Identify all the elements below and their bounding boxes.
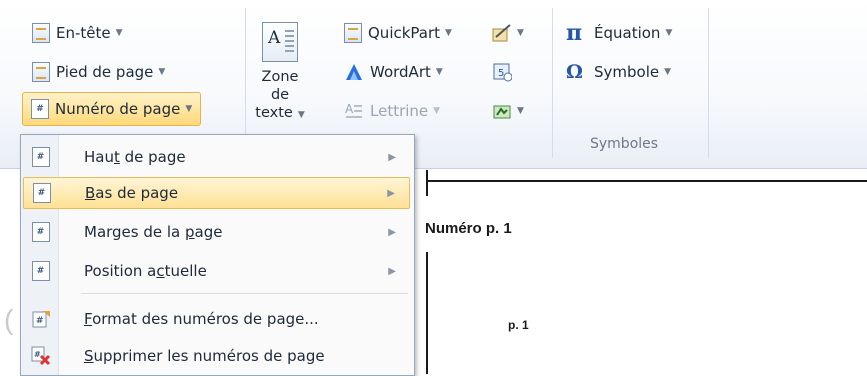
chevron-down-icon: ▼: [517, 106, 524, 116]
svg-text:A: A: [345, 102, 354, 116]
menu-item-current-position[interactable]: # Position actuelle ▶: [23, 255, 410, 287]
format-page-numbers-icon: #: [31, 309, 51, 329]
page-number-label: Numéro p. 1: [425, 220, 512, 237]
submenu-arrow-icon: ▶: [388, 226, 396, 238]
svg-text:5: 5: [498, 68, 504, 79]
chevron-down-icon: ▼: [185, 104, 193, 114]
object-button[interactable]: ▼: [492, 98, 524, 124]
menu-item-page-margins[interactable]: # Marges de la page ▶: [23, 216, 410, 248]
page-top-icon: #: [31, 147, 50, 167]
equation-button[interactable]: π Équation ▼: [566, 20, 672, 46]
symbol-button[interactable]: Ω Symbole ▼: [566, 59, 671, 85]
omega-icon: Ω: [566, 61, 583, 83]
footer-icon: [32, 62, 50, 82]
header-icon: [32, 23, 50, 43]
page-number-button[interactable]: # Numéro de page ▼: [22, 92, 202, 126]
text-box-label-1: Zone de: [261, 69, 299, 103]
chevron-down-icon: ▼: [664, 67, 672, 77]
wordart-button[interactable]: WordArt ▼: [344, 59, 443, 85]
svg-text:#: #: [34, 350, 41, 359]
text-box-label-2: texte ▼: [255, 105, 305, 121]
chevron-down-icon: ▼: [433, 106, 441, 116]
chevron-down-icon: ▼: [445, 28, 452, 38]
text-box-icon: A: [262, 22, 298, 62]
page-number-menu: # Haut de page ▶ # Bas de page ▶ # Marge…: [20, 134, 415, 376]
current-position-icon: #: [31, 261, 50, 281]
wordart-icon: [344, 62, 364, 82]
page-border-line: [426, 170, 428, 196]
dropcap-button[interactable]: A Lettrine ▼: [344, 98, 440, 124]
chevron-down-icon: ▼: [665, 28, 673, 38]
pi-icon: π: [566, 20, 583, 46]
page-margins-icon: #: [31, 222, 50, 242]
date-time-icon: 5: [492, 62, 513, 82]
chevron-down-icon: ▼: [435, 67, 443, 77]
text-box-button[interactable]: A Zone de texte ▼: [252, 22, 308, 124]
quickpart-icon: [344, 23, 362, 43]
page-border-line: [426, 252, 428, 374]
chevron-down-icon: ▼: [115, 28, 123, 38]
submenu-arrow-icon: ▶: [388, 151, 396, 163]
page-number-icon: #: [31, 99, 49, 119]
submenu-arrow-icon: ▶: [388, 265, 396, 277]
submenu-arrow-icon: ▶: [387, 187, 395, 199]
header-button[interactable]: En-tête ▼: [32, 20, 123, 46]
page-border-line: [426, 180, 867, 182]
menu-separator: [81, 293, 408, 294]
quickpart-button[interactable]: QuickPart ▼: [344, 20, 452, 46]
date-time-button[interactable]: 5: [492, 59, 513, 85]
remove-page-numbers-icon: #: [31, 346, 51, 366]
signature-line-button[interactable]: ▼: [492, 20, 524, 46]
symbols-group-label: Symboles: [590, 136, 659, 152]
svg-text:#: #: [36, 316, 44, 326]
menu-item-format-page-numbers[interactable]: # Format des numéros de page...: [23, 303, 410, 335]
group-separator: [552, 8, 553, 158]
footer-button[interactable]: Pied de page ▼: [32, 59, 165, 85]
chevron-down-icon: ▼: [158, 67, 166, 77]
menu-item-top-of-page[interactable]: # Haut de page ▶: [23, 141, 410, 173]
object-icon: [492, 101, 512, 121]
page-number-small-label: p. 1: [508, 318, 529, 332]
menu-item-bottom-of-page[interactable]: # Bas de page ▶: [23, 177, 410, 209]
dropcap-icon: A: [344, 101, 364, 121]
partial-glyph: (: [4, 304, 14, 335]
chevron-down-icon: ▼: [297, 110, 305, 120]
page-bottom-icon: #: [32, 183, 51, 203]
menu-item-remove-page-numbers[interactable]: # Supprimer les numéros de page: [23, 340, 410, 372]
chevron-down-icon: ▼: [517, 28, 524, 38]
group-separator: [708, 8, 709, 158]
signature-icon: [492, 23, 512, 43]
